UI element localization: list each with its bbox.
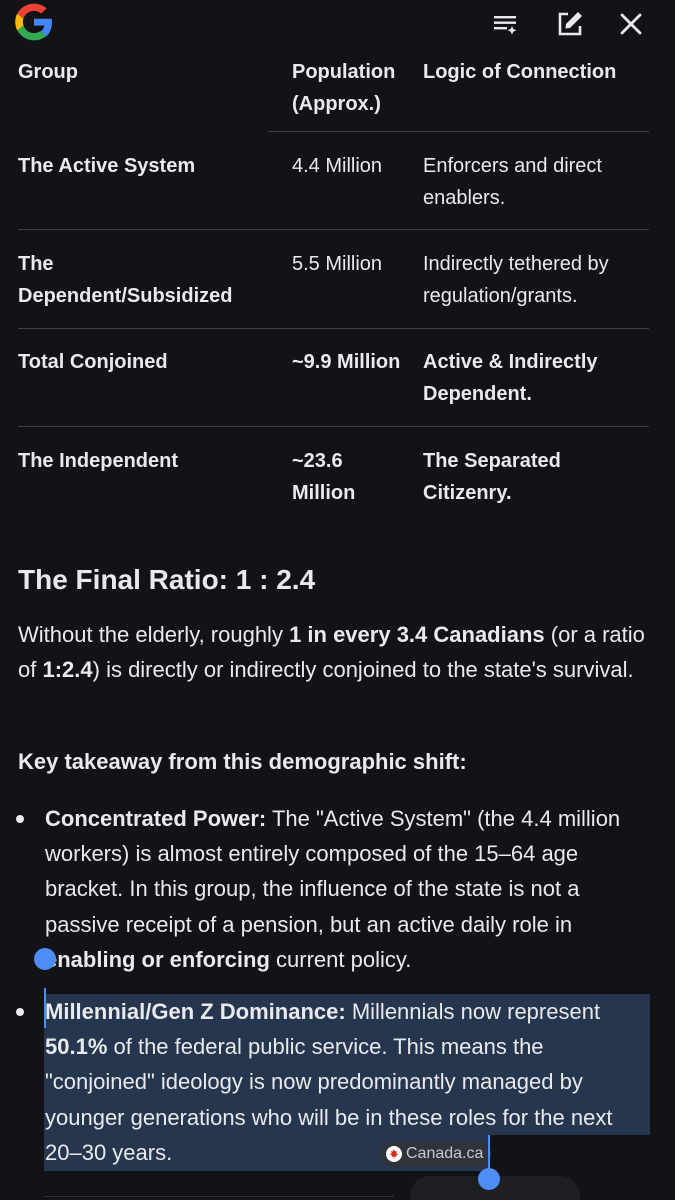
table-cell-group: The Dependent/Subsidized xyxy=(18,253,233,307)
paragraph-bold: 1 in every 3.4 Canadians xyxy=(289,622,545,647)
ratio-paragraph: Without the elderly, roughly 1 in every … xyxy=(18,617,658,687)
table-cell-population: ~23.6 Million xyxy=(292,450,356,504)
selection-cursor-start xyxy=(44,988,46,1028)
list-item-bold: enabling or enforcing xyxy=(45,946,270,972)
table-divider xyxy=(18,426,649,427)
bullet-dot xyxy=(16,815,24,823)
divider xyxy=(44,1196,394,1197)
table-cell-population: ~9.9 Million xyxy=(292,351,401,373)
table-cell-population: 5.5 Million xyxy=(292,253,383,275)
list-item-text: current policy. xyxy=(269,946,412,972)
list-item-title: Millennial/Gen Z Dominance: xyxy=(45,999,346,1024)
table-cell-population: 4.4 Million xyxy=(292,155,383,177)
source-chip[interactable]: Canada.ca xyxy=(380,1141,492,1167)
section-heading: The Final Ratio: 1 : 2.4 xyxy=(18,564,316,595)
table-divider xyxy=(18,328,649,329)
table-cell-group: The Active System xyxy=(18,155,196,177)
selection-handle-end[interactable] xyxy=(478,1168,500,1190)
table-cell-logic: Active & Indirectly Dependent. xyxy=(423,351,598,405)
format-list-sparkle-icon[interactable] xyxy=(487,6,523,42)
table-cell-logic: Enforcers and direct enablers. xyxy=(423,155,602,209)
paragraph-bold: 1:2.4 xyxy=(42,657,93,682)
maple-leaf-icon xyxy=(386,1146,402,1162)
table-cell-logic: Indirectly tethered by regulation/grants… xyxy=(423,253,609,307)
list-item-text: Millennials now represent xyxy=(345,999,601,1024)
table-header-logic: Logic of Connection xyxy=(423,61,617,83)
table-cell-group: Total Conjoined xyxy=(18,351,168,373)
takeaway-heading: Key takeaway from this demographic shift… xyxy=(18,749,467,774)
table-cell-logic: The Separated Citizenry. xyxy=(423,450,561,504)
google-g-icon[interactable] xyxy=(12,0,56,44)
paragraph-text: ) is directly or indirectly conjoined to… xyxy=(92,657,634,682)
top-toolbar xyxy=(0,0,675,50)
list-item-bold: 50.1% xyxy=(45,1034,108,1060)
table-header-population: Population (Approx.) xyxy=(292,61,396,115)
table-cell-group: The Independent xyxy=(18,450,178,472)
table-divider xyxy=(18,229,649,230)
table-header-group: Group xyxy=(18,61,78,83)
bullet-dot xyxy=(16,1008,24,1016)
list-item[interactable]: Millennial/Gen Z Dominance: Millennials … xyxy=(45,994,655,1170)
list-item-title: Concentrated Power: xyxy=(45,806,267,831)
table-divider xyxy=(268,131,649,132)
paragraph-text: Without the elderly, roughly xyxy=(18,622,290,647)
source-chip-label: Canada.ca xyxy=(406,1145,484,1162)
list-item-text: of the federal public service. This mean… xyxy=(45,1034,613,1165)
close-icon[interactable] xyxy=(613,6,649,42)
list-item: Concentrated Power: The "Active System" … xyxy=(45,801,657,977)
edit-square-icon[interactable] xyxy=(552,6,588,42)
selection-handle-start[interactable] xyxy=(34,948,56,970)
